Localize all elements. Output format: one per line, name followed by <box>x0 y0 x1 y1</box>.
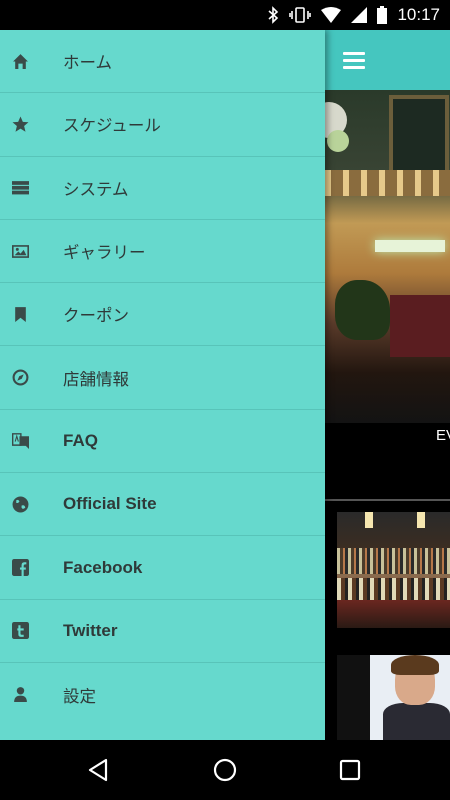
drawer-item-label: Official Site <box>63 494 157 514</box>
bluetooth-icon <box>268 6 279 24</box>
drawer-item-label: スケジュール <box>63 116 161 136</box>
drawer-item-twitter[interactable]: Twitter <box>0 600 325 663</box>
status-bar: 10:17 <box>0 0 450 30</box>
translate-icon <box>12 432 52 450</box>
wifi-icon <box>321 7 342 23</box>
battery-icon <box>377 6 388 24</box>
home-icon <box>12 53 52 70</box>
drawer-item-label: Facebook <box>63 557 143 577</box>
event-banner-label: EV <box>436 427 450 444</box>
drawer-item-label: FAQ <box>63 430 98 450</box>
image-icon <box>12 243 52 260</box>
tumblr-icon <box>12 622 52 640</box>
home-button-icon[interactable] <box>212 757 238 783</box>
user-icon <box>12 686 52 703</box>
drawer-item-settings[interactable]: 設定 <box>0 663 325 726</box>
drawer-item-system[interactable]: システム <box>0 157 325 220</box>
drawer-item-label: ホーム <box>63 53 113 73</box>
drawer-item-label: 設定 <box>63 686 96 706</box>
drawer-item-official-site[interactable]: Official Site <box>0 473 325 537</box>
staff-photo[interactable] <box>337 655 450 740</box>
navigation-drawer: ホーム スケジュール システム ギャラリー クーポン 店舗情報 FAQ Offi… <box>0 30 325 740</box>
bar-counter-image[interactable] <box>337 512 450 628</box>
divider <box>325 499 450 501</box>
bookmark-icon <box>12 306 52 323</box>
drawer-item-faq[interactable]: FAQ <box>0 410 325 474</box>
menu-icon[interactable] <box>343 52 365 73</box>
app-toolbar <box>325 30 450 90</box>
drawer-item-gallery[interactable]: ギャラリー <box>0 220 325 284</box>
recents-icon[interactable] <box>337 757 363 783</box>
back-icon[interactable] <box>86 757 112 783</box>
drawer-item-label: Twitter <box>63 620 118 640</box>
system-navigation-bar <box>0 740 450 800</box>
globe-icon <box>12 496 52 513</box>
drawer-item-schedule[interactable]: スケジュール <box>0 93 325 157</box>
drawer-item-facebook[interactable]: Facebook <box>0 536 325 600</box>
drawer-item-label: システム <box>63 179 129 199</box>
app-content: EV <box>325 30 450 740</box>
signal-icon <box>351 7 368 23</box>
status-time: 10:17 <box>397 5 440 24</box>
facebook-icon <box>12 559 52 577</box>
drawer-item-label: クーポン <box>63 306 129 326</box>
drawer-item-store-info[interactable]: 店舗情報 <box>0 346 325 410</box>
hero-image[interactable] <box>325 90 450 423</box>
star-icon <box>12 116 52 133</box>
compass-icon <box>12 369 52 386</box>
drawer-item-label: ギャラリー <box>63 243 146 263</box>
server-icon <box>12 179 52 196</box>
event-banner[interactable]: EV <box>325 423 450 499</box>
drawer-item-coupon[interactable]: クーポン <box>0 283 325 347</box>
drawer-item-home[interactable]: ホーム <box>0 30 325 94</box>
vibrate-icon <box>289 7 312 23</box>
drawer-item-label: 店舗情報 <box>63 369 129 389</box>
